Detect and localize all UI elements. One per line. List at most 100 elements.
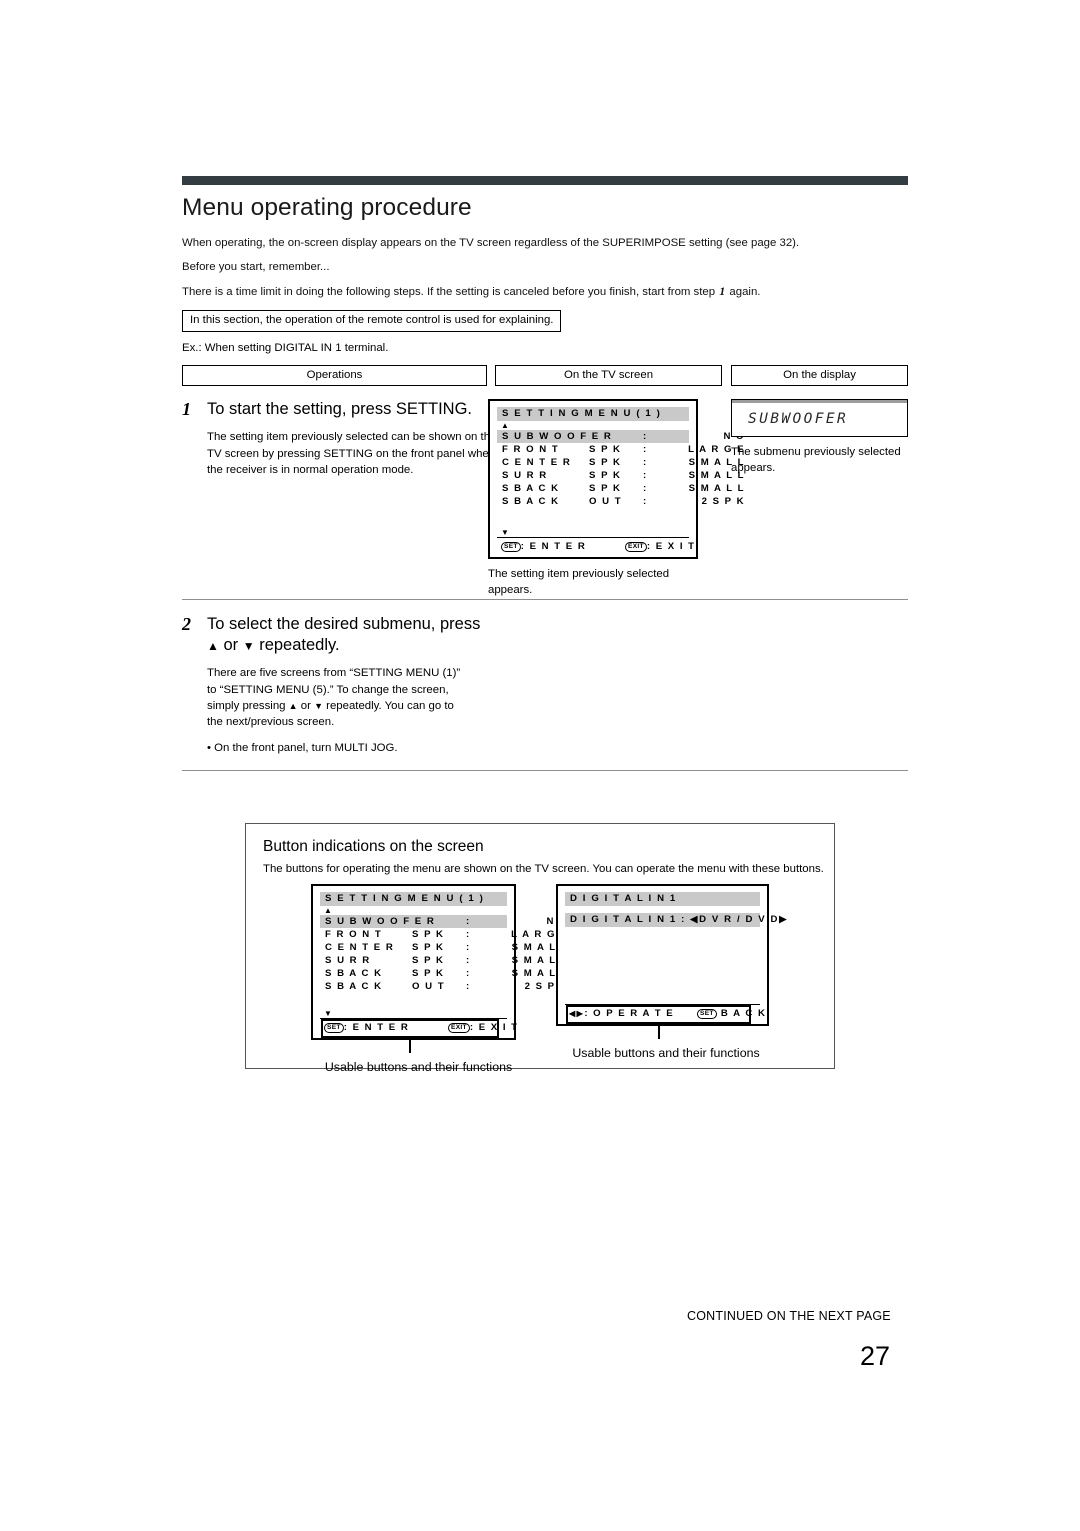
osd-title-bar: S E T T I N G M E N U ( 1 ): [320, 892, 507, 906]
intro-paragraph-2: Before you start, remember...: [182, 260, 330, 273]
right-callout-leader: [658, 1024, 660, 1039]
osd-row-label: C E N T E R: [502, 457, 572, 469]
osd-row-label: S U B W O O F E R: [325, 916, 436, 927]
osd-row-colon: :: [466, 929, 471, 940]
osd-row-label: S B A C K: [325, 981, 383, 992]
osd-row-sublabel: O U T: [589, 496, 623, 508]
page-title: Menu operating procedure: [182, 194, 472, 221]
osd-setting-menu-screen-2: S E T T I N G M E N U ( 1 ) ▲ S U B W O …: [311, 884, 567, 1040]
osd-row-sublabel: S P K: [412, 968, 445, 979]
osd-row-label: S U R R: [502, 470, 548, 482]
column-header-tv-screen: On the TV screen: [495, 365, 722, 387]
step-2-body-line-4: the next/previous screen.: [207, 716, 335, 729]
osd-row-sublabel: S P K: [589, 457, 622, 469]
osd-digital-in-screen: D I G I T A L I N 1 D I G I T A L I N 1 …: [556, 884, 786, 1026]
step-2-body-line-1: There are five screens from “SETTING MEN…: [207, 667, 461, 680]
left-callout-wrap: S E T T I N G M E N U ( 1 ) ▲ S U B W O …: [311, 884, 567, 1053]
osd-row-colon: :: [466, 981, 471, 992]
exit-key-badge[interactable]: EXIT: [448, 1023, 470, 1033]
column-header-operations: Operations: [182, 365, 487, 387]
arrow-down-icon-inline: ▼: [314, 701, 323, 711]
step-2-body-line-3-post: repeatedly. You can go to: [322, 700, 454, 712]
time-limit-pre: There is a time limit in doing the follo…: [182, 286, 719, 298]
step-1-tv-caption: The setting item previously selected app…: [488, 568, 670, 597]
step-1-text: 1 To start the setting, press SETTING. T…: [182, 399, 496, 478]
osd-row-sublabel: S P K: [589, 470, 622, 482]
osd-title-bar: S E T T I N G M E N U ( 1 ): [497, 407, 689, 422]
osd-row-colon: :: [466, 916, 471, 927]
panel-subtitle: The buttons for operating the menu are s…: [263, 863, 824, 875]
osd-row: F R O N T S P K : L A R G E: [497, 443, 744, 456]
osd-row-sublabel: O U T: [412, 981, 446, 992]
arrow-up-icon: ▲: [207, 639, 219, 654]
arrow-down-icon: ▼: [242, 639, 255, 654]
step-2-heading-line-1: To select the desired submenu, press: [207, 615, 481, 634]
osd-row-label: C E N T E R: [325, 942, 395, 953]
osd-rows: S U B W O O F E R : N O F R O N T S P K …: [320, 915, 567, 993]
osd-footer-right: EXIT: E X I T: [625, 539, 696, 554]
set-key-badge[interactable]: SET: [324, 1023, 344, 1033]
osd-row-sublabel: S P K: [589, 483, 622, 495]
exit-key-label: : E X I T: [469, 1022, 519, 1033]
set-key-badge[interactable]: SET: [501, 542, 521, 553]
osd-spacer: [320, 993, 507, 1009]
osd-footer-left: ◀▶: O P E R A T E: [569, 1006, 674, 1021]
step-1-body: The setting item previously selected can…: [182, 429, 500, 478]
osd-footer-right: EXIT: E X I T: [448, 1020, 519, 1035]
osd-footer: ◀▶: O P E R A T E SET B A C K: [565, 1004, 765, 1021]
osd-row-sublabel: S P K: [412, 942, 445, 953]
step-2-bullet: • On the front panel, turn MULTI JOG.: [207, 741, 398, 754]
step-2-body: There are five screens from “SETTING MEN…: [182, 665, 522, 730]
step-2-body-line-3-pre: simply pressing: [207, 700, 289, 712]
step-1-display-caption: The submenu previously selected appears.: [731, 446, 901, 475]
button-indications-panel: Button indications on the screen The but…: [245, 823, 835, 1074]
osd-row-label: F R O N T: [325, 929, 383, 940]
osd-setting-menu-screen: S E T T I N G M E N U ( 1 ) ▲ S U B W O …: [488, 399, 744, 560]
osd-row: S U R R S P K : S M A L L: [320, 954, 567, 967]
exit-key-label: : E X I T: [646, 541, 696, 553]
step-1-body-text: The setting item previously selected can…: [207, 431, 497, 476]
osd-row-label: F R O N T: [502, 444, 560, 456]
osd-row-value: 2 S P K: [701, 496, 745, 508]
step-row-2: 2 To select the desired submenu, press ▲…: [182, 600, 908, 770]
osd-row: S B A C K O U T : 2 S P K: [320, 980, 567, 993]
intro-paragraph-1: When operating, the on-screen display ap…: [182, 237, 800, 249]
osd-row-colon: :: [466, 942, 471, 953]
set-key-label: : E N T E R: [343, 1022, 410, 1033]
column-header-display: On the display: [731, 365, 908, 387]
osd-row-colon: :: [643, 470, 648, 482]
figure-right-caption: Usable buttons and their functions: [572, 1046, 760, 1060]
osd-row-colon: :: [466, 955, 471, 966]
divider-after-step-2: [182, 769, 908, 771]
page-content: Menu operating procedure When operating,…: [182, 176, 908, 771]
time-limit-paragraph: There is a time limit in doing the follo…: [182, 283, 908, 301]
set-key-badge[interactable]: SET: [697, 1009, 717, 1019]
osd-row-colon: :: [466, 968, 471, 979]
step-1-tv-column: S E T T I N G M E N U ( 1 ) ▲ S U B W O …: [488, 399, 744, 598]
left-right-arrow-icon: ◀▶: [569, 1009, 585, 1018]
example-line: Ex.: When setting DIGITAL IN 1 terminal.: [182, 342, 389, 355]
osd-scroll-up-arrow: ▲: [501, 421, 509, 431]
vfd-text: SUBWOOFER: [748, 411, 849, 428]
right-callout-wrap: D I G I T A L I N 1 D I G I T A L I N 1 …: [556, 884, 786, 1039]
osd-scroll-down-arrow: ▼: [501, 528, 509, 538]
osd-row: S U R R S P K : S M A L L: [497, 469, 744, 482]
step-row-1: 1 To start the setting, press SETTING. T…: [182, 399, 908, 596]
osd-footer-left: SET: E N T E R: [324, 1020, 409, 1035]
step-1-display-column: SUBWOOFER The submenu previously selecte…: [731, 399, 908, 476]
osd-row-label: S B A C K: [325, 968, 383, 979]
step-2-body-line-2: to “SETTING MENU (5).” To change the scr…: [207, 683, 449, 696]
osd-row-value: S M A L L: [688, 483, 745, 495]
osd-scroll-down-arrow: ▼: [324, 1009, 332, 1018]
arrow-up-icon-inline: ▲: [288, 701, 298, 711]
figure-digital-in: D I G I T A L I N 1 D I G I T A L I N 1 …: [556, 884, 786, 1060]
osd-row-colon: :: [643, 457, 648, 469]
continued-note: CONTINUED ON THE NEXT PAGE: [687, 1309, 891, 1323]
osd-row: C E N T E R S P K : S M A L L: [320, 941, 567, 954]
step-2-heading: 2 To select the desired submenu, press ▲…: [182, 614, 908, 656]
exit-key-badge[interactable]: EXIT: [625, 542, 647, 553]
osd-row-label: S B A C K: [502, 496, 560, 508]
osd-digital-in-row: D I G I T A L I N 1 : ◀D V R / D V D▶: [565, 913, 786, 927]
figure-setting-menu: S E T T I N G M E N U ( 1 ) ▲ S U B W O …: [311, 884, 567, 1074]
back-label: B A C K: [716, 1008, 767, 1019]
